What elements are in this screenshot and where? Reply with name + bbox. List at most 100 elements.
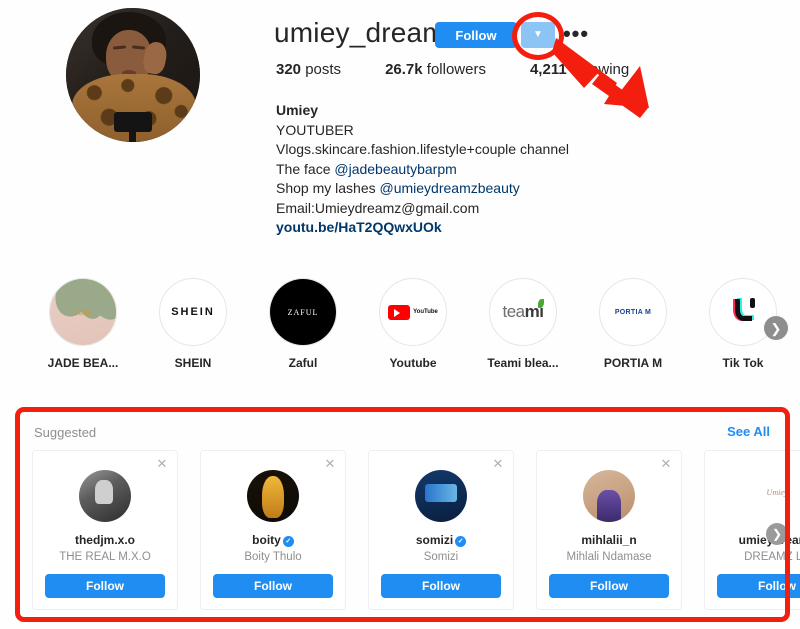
highlight-teami[interactable]: teami Teami blea... — [468, 278, 578, 370]
suggested-username: mihlalii_n — [537, 533, 681, 547]
follow-button[interactable]: Follow — [717, 574, 800, 598]
suggested-username: boity ✓ — [201, 533, 345, 547]
suggested-cards: ✕ thedjm.x.o THE REAL M.X.O Follow ✕ boi… — [32, 450, 800, 610]
highlight-cover-portia: PORTIA M — [599, 278, 667, 346]
suggested-username: thedjm.x.o — [33, 533, 177, 547]
highlight-zaful[interactable]: ZAFUL Zaful — [248, 278, 358, 370]
suggested-username-text: somizi — [415, 533, 454, 547]
follow-button[interactable]: Follow — [45, 574, 165, 598]
profile-stats: 320 posts 26.7k followers 4,211 followin… — [276, 61, 629, 78]
bio-line-4: Shop my lashes @umieydreamzbeauty — [276, 179, 569, 199]
stat-following-value: 4,211 — [529, 61, 567, 78]
profile-avatar[interactable] — [66, 8, 200, 142]
bio-line-1: YOUTUBER — [276, 121, 354, 138]
highlight-label: Teami blea... — [487, 356, 559, 370]
highlight-label: PORTIA M — [603, 356, 663, 370]
stat-followers[interactable]: 26.7k followers — [385, 61, 486, 78]
story-highlights-row: Jade JADE BEA... SHEIN SHEIN ZAFUL Zaful… — [0, 278, 800, 382]
stat-posts[interactable]: 320 posts — [276, 61, 341, 78]
highlight-portia-m[interactable]: PORTIA M PORTIA M — [578, 278, 688, 370]
avatar[interactable] — [583, 470, 635, 522]
suggested-next-button[interactable]: ❯ — [766, 523, 788, 545]
follow-button[interactable]: Follow — [381, 574, 501, 598]
close-icon[interactable]: ✕ — [490, 456, 506, 472]
highlights-next-button[interactable]: ❯ — [764, 316, 788, 340]
highlight-cover-teami: teami — [489, 278, 557, 346]
suggested-section: Suggested See All ✕ thedjm.x.o THE REAL … — [18, 412, 800, 620]
verified-badge-icon: ✓ — [455, 536, 467, 547]
suggested-username-text: thedjm.x.o — [74, 533, 135, 547]
close-icon[interactable]: ✕ — [322, 456, 338, 472]
bio-display-name: Umiey — [276, 102, 319, 118]
suggested-card[interactable]: ✕ boity ✓ Boity Thulo Follow — [200, 450, 346, 610]
follow-button[interactable]: Follow — [213, 574, 333, 598]
chevron-right-icon: ❯ — [771, 527, 783, 541]
more-options-button[interactable]: ••• — [561, 23, 591, 45]
suggested-header: Suggested See All — [34, 424, 770, 444]
stat-followers-label: followers — [426, 61, 486, 78]
highlight-cover-shein: SHEIN — [159, 278, 227, 346]
avatar[interactable] — [79, 470, 131, 522]
stat-posts-label: posts — [305, 61, 342, 78]
avatar[interactable] — [415, 470, 467, 522]
leaf-icon — [538, 299, 545, 308]
bio-line-3-text: The face — [276, 160, 335, 177]
suggested-fullname: THE REAL M.X.O — [59, 551, 151, 563]
chevron-right-icon: ❯ — [770, 320, 782, 336]
highlight-label: JADE BEA... — [47, 356, 119, 370]
avatar-image — [66, 8, 200, 142]
avatar[interactable] — [247, 470, 299, 522]
suggested-username-text: mihlalii_n — [581, 533, 637, 547]
follow-dropdown-button[interactable]: ▼ — [521, 22, 555, 48]
highlight-jade-bea[interactable]: Jade JADE BEA... — [28, 278, 138, 370]
bio-mention-umieydreamzbeauty[interactable]: @umieydreamzbeauty — [380, 180, 520, 196]
suggested-card[interactable]: ✕ somizi ✓ Somizi Follow — [368, 450, 514, 610]
suggested-fullname: Mihlali Ndamase — [566, 551, 652, 563]
see-all-button[interactable]: See All — [727, 424, 770, 439]
follow-button[interactable]: Follow — [549, 574, 669, 598]
highlight-youtube[interactable]: YouTube Youtube — [358, 278, 468, 370]
bio-line-5-email: Email:Umieydreamz@gmail.com — [276, 199, 480, 216]
shein-logo-text: SHEIN — [171, 306, 215, 318]
suggested-card[interactable]: ✕ thedjm.x.o THE REAL M.X.O Follow — [32, 450, 178, 610]
highlight-cover-youtube: YouTube — [379, 278, 447, 346]
suggested-card[interactable]: ✕ mihlalii_n Mihlali Ndamase Follow — [536, 450, 682, 610]
bio-line-3: The face @jadebeautybarpm — [276, 160, 569, 180]
profile-bio: Umiey YOUTUBER Vlogs.skincare.fashion.li… — [276, 101, 569, 238]
highlight-label: Tik Tok — [722, 356, 764, 370]
verified-badge-icon: ✓ — [282, 536, 294, 547]
avatar[interactable] — [751, 470, 800, 522]
highlight-cover-zaful: ZAFUL — [269, 278, 337, 346]
tiktok-icon — [730, 298, 756, 326]
youtube-icon — [388, 304, 411, 320]
youtube-logo-text: YouTube — [413, 309, 438, 315]
instagram-profile-screen: umiey_dreamz Follow ▼ ••• 320 posts 26.7… — [0, 0, 800, 629]
suggested-username: somizi ✓ — [369, 533, 513, 547]
teami-logo-text: teami — [503, 299, 545, 322]
highlight-label: Zaful — [288, 356, 318, 370]
highlight-label: Youtube — [389, 356, 437, 370]
suggested-fullname: DREAMZ LA — [744, 551, 800, 563]
highlight-shein[interactable]: SHEIN SHEIN — [138, 278, 248, 370]
bio-line-4-text: Shop my lashes — [276, 180, 380, 196]
follow-button[interactable]: Follow — [435, 22, 517, 48]
highlight-cover-text-jade: Jade — [74, 307, 92, 317]
stat-following[interactable]: 4,211 following — [530, 61, 629, 78]
bio-line-2: Vlogs.skincare.fashion.lifestyle+couple … — [276, 141, 570, 157]
zaful-logo-text: ZAFUL — [287, 307, 319, 317]
close-icon[interactable]: ✕ — [154, 456, 170, 472]
chevron-down-icon: ▼ — [533, 29, 543, 40]
bio-external-link[interactable]: youtu.be/HaT2QQwxUOk — [276, 218, 569, 238]
highlight-label: SHEIN — [174, 356, 212, 370]
suggested-fullname: Somizi — [423, 551, 459, 563]
profile-header: umiey_dreamz Follow ▼ ••• 320 posts 26.7… — [0, 0, 800, 262]
bio-mention-jadebeautybarpm[interactable]: @jadebeautybarpm — [334, 161, 456, 177]
highlight-cover-jade: Jade — [49, 278, 117, 346]
suggested-username-text: boity — [252, 533, 281, 547]
portia-logo-text: PORTIA M — [614, 308, 652, 316]
suggested-fullname: Boity Thulo — [244, 551, 302, 563]
close-icon[interactable]: ✕ — [658, 456, 674, 472]
stat-following-label: following — [570, 61, 630, 78]
stat-followers-value: 26.7k — [385, 61, 423, 78]
suggested-title: Suggested — [34, 425, 97, 440]
